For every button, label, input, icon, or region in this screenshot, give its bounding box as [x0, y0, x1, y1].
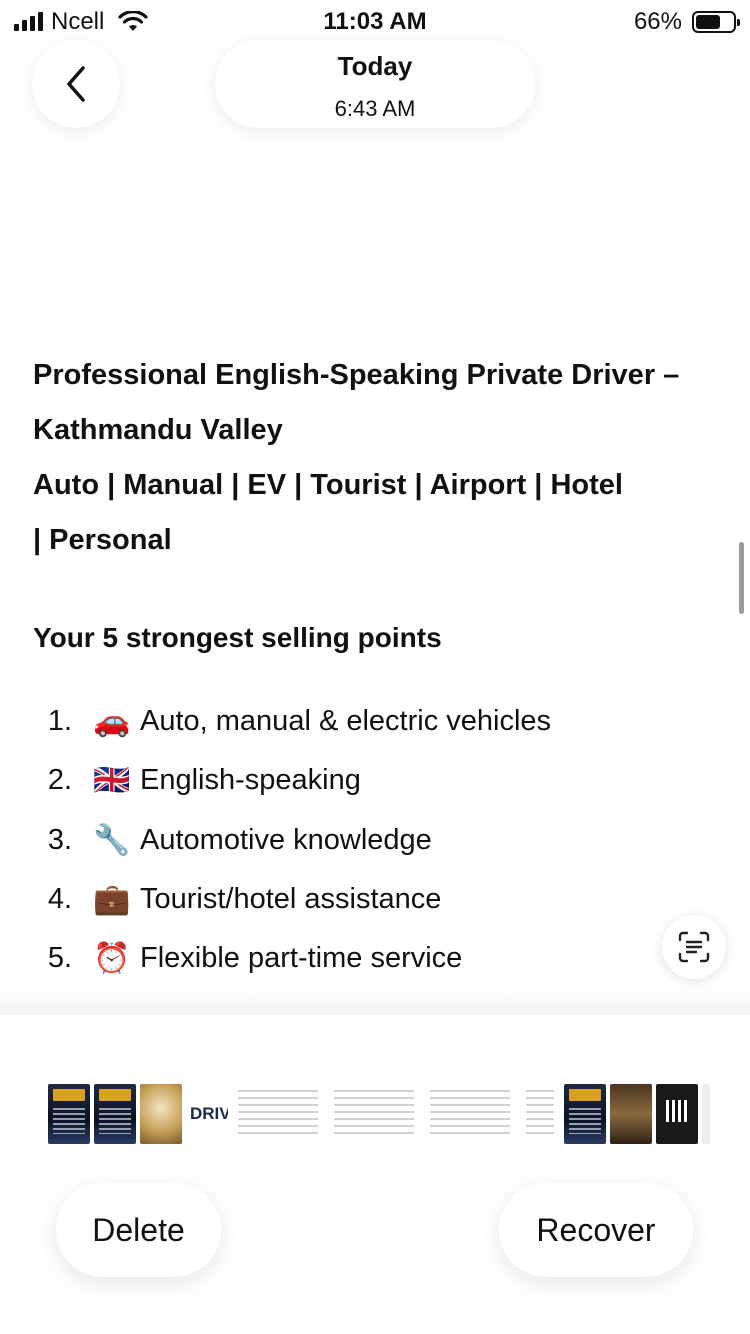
list-item-number: 1. [47, 705, 72, 738]
back-button[interactable] [32, 40, 120, 128]
heading-line: Auto | Manual | EV | Tourist | Airport |… [33, 469, 623, 501]
list-item: 2. 🇬🇧 English-speaking [33, 751, 723, 810]
thumbnail[interactable] [94, 1084, 136, 1144]
list-item: 1. 🚗 Auto, manual & electric vehicles [33, 692, 723, 751]
chevron-left-icon [67, 66, 85, 102]
content-fade [0, 985, 750, 1015]
list-item: 4. 💼 Tourist/hotel assistance [33, 870, 723, 929]
thumbnail[interactable] [48, 1084, 90, 1144]
list-item-text: Auto, manual & electric vehicles [140, 705, 552, 738]
list-item-text: English-speaking [140, 764, 361, 797]
list-item-text: Tourist/hotel assistance [140, 883, 442, 916]
thumbnail[interactable] [702, 1084, 710, 1144]
thumbnail[interactable] [656, 1084, 698, 1144]
list-item-number: 5. [47, 942, 72, 975]
thumbnail[interactable] [232, 1084, 324, 1144]
scrollbar[interactable] [739, 542, 744, 614]
uk-flag-icon: 🇬🇧 [93, 764, 131, 798]
status-bar: Ncell 11:03 AM 66% [0, 0, 750, 42]
thumbnail[interactable] [424, 1084, 516, 1144]
live-text-button[interactable] [662, 915, 726, 979]
document-heading: Professional English-Speaking Private Dr… [33, 348, 723, 568]
thumbnail[interactable] [520, 1084, 560, 1144]
wrench-icon: 🔧 [93, 823, 131, 857]
alarm-clock-icon: ⏰ [93, 942, 131, 976]
thumbnail-selected[interactable] [328, 1084, 420, 1144]
list-item: 5. ⏰ Flexible part-time service [33, 929, 723, 988]
thumbnail[interactable] [564, 1084, 606, 1144]
list-item: 3. 🔧 Automotive knowledge [33, 811, 723, 870]
selling-points-heading: Your 5 strongest selling points [33, 622, 442, 653]
car-icon: 🚗 [93, 705, 131, 739]
date-label: Today [337, 51, 413, 81]
photo-content: Professional English-Speaking Private Dr… [33, 348, 723, 975]
live-text-icon [678, 931, 710, 963]
battery-fill [696, 15, 720, 29]
recover-button[interactable]: Recover [499, 1183, 693, 1277]
thumbnail[interactable]: DRIV [186, 1084, 228, 1144]
heading-line: | Personal [33, 524, 172, 556]
photo-date-header: Today 6:43 AM [215, 40, 535, 128]
time-label: 6:43 AM [334, 96, 416, 121]
thumbnail[interactable] [140, 1084, 182, 1144]
briefcase-icon: 💼 [93, 883, 131, 917]
battery-icon [692, 11, 740, 33]
list-item-number: 3. [47, 823, 72, 856]
list-item-number: 2. [47, 764, 72, 797]
thumbnail[interactable] [610, 1084, 652, 1144]
status-bar-right: 66% [633, 8, 740, 36]
list-item-text: Automotive knowledge [140, 823, 432, 856]
selling-points-list: 1. 🚗 Auto, manual & electric vehicles 2.… [33, 692, 723, 988]
heading-line: Professional English-Speaking Private Dr… [33, 359, 680, 391]
delete-button[interactable]: Delete [56, 1183, 221, 1277]
heading-line: Kathmandu Valley [33, 414, 283, 446]
list-item-number: 4. [47, 883, 72, 916]
battery-percent: 66% [633, 8, 682, 35]
list-item-text: Flexible part-time service [140, 942, 463, 975]
battery-nub [737, 19, 740, 26]
thumbnail-strip: DRIV [48, 1084, 710, 1144]
